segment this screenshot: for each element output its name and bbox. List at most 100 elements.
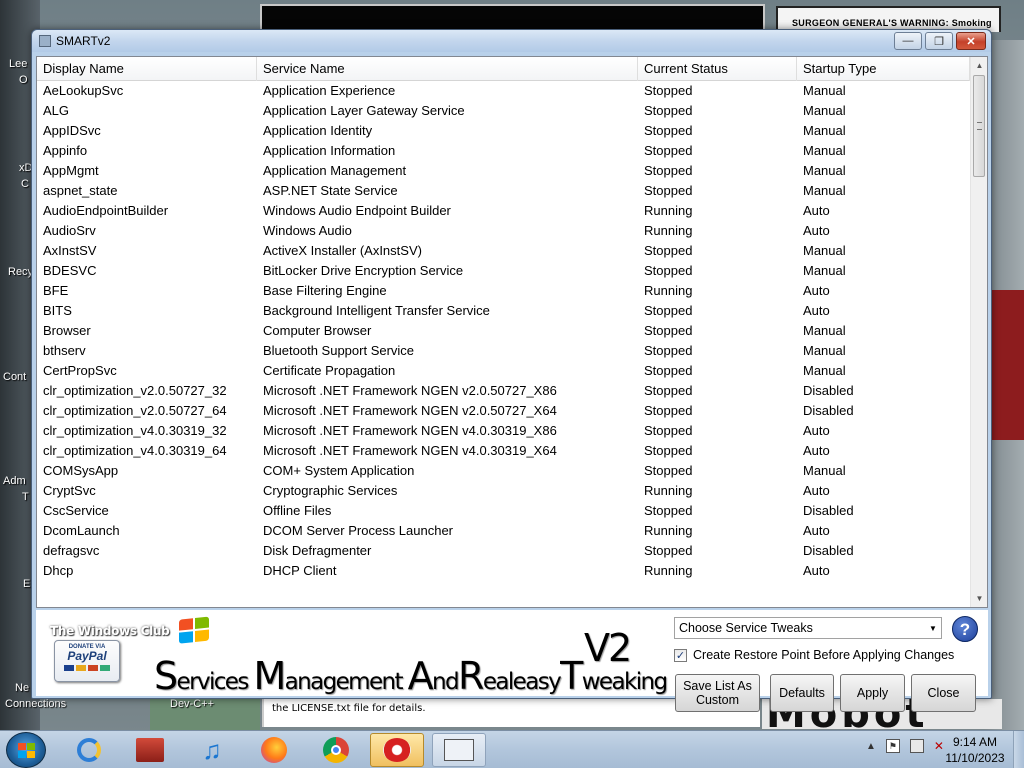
table-row[interactable]: Dhcp DHCP Client Running Auto [37,561,970,581]
desktop-label[interactable]: C [21,178,29,190]
table-row[interactable]: BDESVC BitLocker Drive Encryption Service… [37,261,970,281]
cell-service-name: BitLocker Drive Encryption Service [263,263,464,278]
table-row[interactable]: AppMgmt Application Management Stopped Manu… [37,161,970,181]
network-icon[interactable] [909,739,924,753]
cell-service-name: Microsoft .NET Framework NGEN v4.0.30319… [263,423,557,438]
minimize-button[interactable]: — [894,32,922,50]
system-clock[interactable]: 9:14 AM 11/10/2023 [942,734,1008,766]
scrollbar-thumb[interactable] [973,75,985,177]
taskbar-smart-app[interactable] [370,733,424,767]
restore-point-checkbox[interactable]: ✓ [674,649,687,662]
table-row[interactable]: clr_optimization_v2.0.50727_32 Microsoft … [37,381,970,401]
defaults-button[interactable]: Defaults [770,674,834,712]
cell-startup-type: Auto [803,563,830,578]
scroll-down-arrow-icon[interactable]: ▼ [971,590,987,607]
cell-display-name: AeLookupSvc [43,83,124,98]
cell-display-name: clr_optimization_v4.0.30319_32 [43,423,227,438]
table-row[interactable]: bthserv Bluetooth Support Service Stopped M… [37,341,970,361]
column-header-startup-type[interactable]: Startup Type [797,57,970,81]
table-row[interactable]: CscService Offline Files Stopped Disabled [37,501,970,521]
paypal-donate-button[interactable]: DONATE VIA PayPal [54,640,120,682]
table-row[interactable]: AppIDSvc Application Identity Stopped Manua… [37,121,970,141]
credit-cards-icon [55,665,119,671]
desktop-label[interactable]: T [22,491,29,503]
table-row[interactable]: aspnet_state ASP.NET State Service Stopped… [37,181,970,201]
taskbar-chrome[interactable] [309,733,363,767]
desktop-label[interactable]: Recy [8,266,33,278]
table-row[interactable]: clr_optimization_v4.0.30319_32 Microsoft … [37,421,970,441]
desktop-label[interactable]: Cont [3,371,26,383]
table-row[interactable]: clr_optimization_v4.0.30319_64 Microsoft … [37,441,970,461]
cell-display-name: BITS [43,303,72,318]
cell-service-name: DCOM Server Process Launcher [263,523,454,538]
column-header-service-name[interactable]: Service Name [257,57,638,81]
desktop-label[interactable]: Dev-C++ [170,698,214,710]
cell-current-status: Stopped [644,83,693,98]
table-row[interactable]: BFE Base Filtering Engine Running Auto [37,281,970,301]
cell-display-name: Appinfo [43,143,88,158]
maximize-button[interactable]: ❐ [925,32,953,50]
show-desktop-button[interactable] [1013,731,1024,768]
version-label: V2 [584,626,632,670]
table-row[interactable]: ALG Application Layer Gateway Service Stop… [37,101,970,121]
cell-display-name: clr_optimization_v4.0.30319_64 [43,443,227,458]
services-list[interactable]: Display Name Service Name Current Status… [36,56,988,608]
table-row[interactable]: COMSysApp COM+ System Application Stopped M… [37,461,970,481]
media-center-icon [136,738,164,762]
table-row[interactable]: clr_optimization_v2.0.50727_64 Microsoft … [37,401,970,421]
service-tweaks-dropdown[interactable]: Choose Service Tweaks ▼ [674,617,942,639]
taskbar-internet-explorer[interactable] [62,733,116,767]
close-button[interactable]: Close [911,674,976,712]
vertical-scrollbar[interactable]: ▲ ▼ [970,57,987,607]
apply-button[interactable]: Apply [840,674,905,712]
show-hidden-icons-icon[interactable]: ▲ [866,741,876,752]
table-row[interactable]: Appinfo Application Information Stopped Man… [37,141,970,161]
list-header: Display Name Service Name Current Status… [37,57,970,81]
windows-club-logo[interactable]: The Windows Club [50,624,170,638]
close-window-button[interactable]: ✕ [956,32,986,50]
cell-current-status: Running [644,523,693,538]
help-icon[interactable]: ? [952,616,978,642]
tweaks-selected-value: Choose Service Tweaks [679,621,813,635]
cell-startup-type: Auto [803,223,830,238]
save-list-as-custom-button[interactable]: Save List As Custom [675,674,760,712]
table-row[interactable]: defragsvc Disk Defragmenter Stopped Disable… [37,541,970,561]
title-part: Tweaking [560,654,668,698]
desktop-label[interactable]: Lee [9,58,27,70]
desktop-label[interactable]: Connections [5,698,66,710]
desktop-label[interactable]: E [23,578,30,590]
title-part: Management [253,654,408,698]
table-row[interactable]: AxInstSV ActiveX Installer (AxInstSV) Stop… [37,241,970,261]
cell-display-name: Browser [43,323,91,338]
app-window-icon [39,35,51,47]
taskbar-window-item[interactable] [432,733,486,767]
cell-startup-type: Auto [803,423,830,438]
desktop-label[interactable]: O [19,74,28,86]
table-row[interactable]: AudioSrv Windows Audio Running Auto [37,221,970,241]
taskbar-firefox[interactable] [247,733,301,767]
cell-current-status: Stopped [644,383,693,398]
table-row[interactable]: CertPropSvc Certificate Propagation Stoppe… [37,361,970,381]
cell-service-name: Bluetooth Support Service [263,343,415,358]
cell-display-name: AxInstSV [43,243,97,258]
taskbar-music-player[interactable]: ♫ [185,733,239,767]
table-row[interactable]: Browser Computer Browser Stopped Manual [37,321,970,341]
table-row[interactable]: AudioEndpointBuilder Windows Audio Endpoi… [37,201,970,221]
taskbar-media-center[interactable] [123,733,177,767]
action-center-flag-icon[interactable]: ⚑ [885,739,900,753]
scroll-up-arrow-icon[interactable]: ▲ [971,57,987,74]
desktop-label[interactable]: Adm [3,475,26,487]
taskbar: ♫ ▲ ⚑ ✕ 9:14 AM 11/10/2023 [0,730,1024,768]
cell-current-status: Stopped [644,443,693,458]
table-row[interactable]: DcomLaunch DCOM Server Process Launcher Ru… [37,521,970,541]
cell-display-name: CscService [43,503,109,518]
restore-point-label[interactable]: Create Restore Point Before Applying Cha… [693,648,954,662]
window-titlebar[interactable]: SMARTv2 — ❐ ✕ [32,30,991,52]
start-button[interactable] [6,732,46,768]
desktop-label[interactable]: Ne [15,682,29,694]
table-row[interactable]: AeLookupSvc Application Experience Stopped… [37,81,970,101]
column-header-current-status[interactable]: Current Status [638,57,797,81]
column-header-display-name[interactable]: Display Name [37,57,257,81]
table-row[interactable]: BITS Background Intelligent Transfer Serv… [37,301,970,321]
table-row[interactable]: CryptSvc Cryptographic Services Running Aut… [37,481,970,501]
